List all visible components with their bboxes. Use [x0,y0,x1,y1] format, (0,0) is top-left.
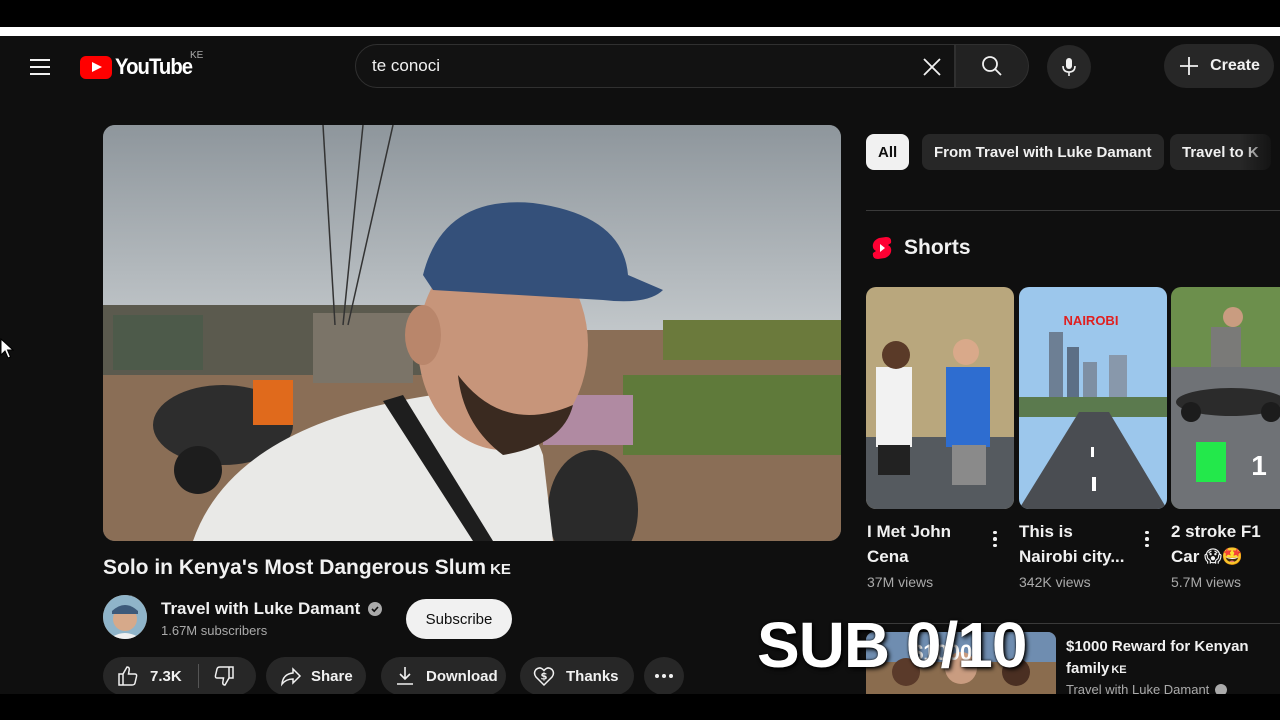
channel-name[interactable]: Travel with Luke Damant [161,599,383,619]
verified-icon [368,602,383,616]
verified-icon [1215,683,1228,694]
youtube-watch-page: YouTube KE Create [0,36,1280,694]
recommended-channel-name: Travel with Luke Damant [1066,682,1210,694]
close-icon[interactable] [914,49,950,85]
short-views: 5.7M views [1171,574,1242,590]
country-code: KE [190,50,204,61]
plus-icon [1180,57,1199,75]
download-button[interactable]: Download [381,657,506,694]
youtube-logo[interactable]: YouTube [80,54,199,80]
section-divider [866,210,1280,211]
short-thumbnail[interactable] [866,287,1014,509]
like-dislike-group: 7.3K [103,657,256,694]
short-thumb-text: NAIROBI [1064,313,1119,328]
screen-top-strip [0,27,1280,36]
create-button[interactable]: Create [1164,44,1274,88]
thumbs-down-icon [214,666,234,686]
video-title-text: Solo in Kenya's Most Dangerous Slum [103,556,487,579]
more-actions-button[interactable] [644,657,684,694]
search-box [355,44,955,88]
more-horizontal-icon [655,674,673,678]
recommended-title-suffix: KE [1111,664,1127,676]
short-title[interactable]: I Met John Cena [867,519,982,569]
stream-overlay-text: SUB 0/10 [757,609,1027,681]
short-thumb-text: 1 [1251,450,1267,481]
more-vertical-icon[interactable] [1137,529,1157,549]
logo-text: YouTube [115,54,193,79]
svg-text:$: $ [541,672,548,683]
microphone-icon[interactable] [1047,45,1091,89]
download-label: Download [426,667,498,685]
channel-name-text: Travel with Luke Damant [161,599,361,618]
search-icon[interactable] [955,44,1029,88]
chips-fade [1240,134,1280,170]
recommended-title-text: $1000 Reward for Kenyan family [1066,638,1249,677]
search-input[interactable] [372,56,912,76]
like-count: 7.3K [150,667,182,685]
share-label: Share [311,667,353,685]
recommended-channel[interactable]: Travel with Luke Damant [1066,682,1228,694]
short-thumbnail[interactable]: 1 [1171,287,1280,509]
short-views: 342K views [1019,574,1091,590]
video-title: Solo in Kenya's Most Dangerous Slum KE [103,556,511,580]
thanks-icon: $ [533,667,555,687]
video-title-suffix: KE [490,561,511,578]
video-player[interactable] [103,125,841,541]
thanks-button[interactable]: $ Thanks [520,657,634,694]
short-views: 37M views [867,574,934,590]
thumbs-up-icon [118,666,138,686]
avatar[interactable] [103,595,147,639]
dislike-button[interactable] [199,664,249,688]
thanks-label: Thanks [566,667,619,685]
filter-chips: All From Travel with Luke Damant Travel … [866,134,1280,170]
youtube-play-icon [80,55,112,79]
short-thumbnail[interactable]: NAIROBI [1019,287,1167,509]
shorts-icon [872,237,892,259]
shorts-heading: Shorts [904,236,971,259]
more-vertical-icon[interactable] [985,529,1005,549]
short-title[interactable]: 2 stroke F1 Car 😱🤩 [1171,519,1280,569]
chip-all[interactable]: All [866,134,910,170]
short-title[interactable]: This is Nairobi city... [1019,519,1134,569]
create-label: Create [1210,57,1260,74]
like-button[interactable]: 7.3K [103,664,198,688]
menu-icon[interactable] [22,49,58,85]
recommended-title[interactable]: $1000 Reward for Kenyan family KE [1066,636,1271,681]
chip-from-channel[interactable]: From Travel with Luke Damant [922,134,1164,170]
mouse-cursor-icon [0,338,14,359]
subscriber-count: 1.67M subscribers [161,623,268,638]
share-icon [281,667,302,687]
download-icon [397,667,413,685]
screen-bottom-bar [0,694,1280,720]
screen-top-bar [0,0,1280,27]
share-button[interactable]: Share [266,657,366,694]
shorts-header: Shorts [872,236,971,260]
subscribe-button[interactable]: Subscribe [406,599,512,639]
